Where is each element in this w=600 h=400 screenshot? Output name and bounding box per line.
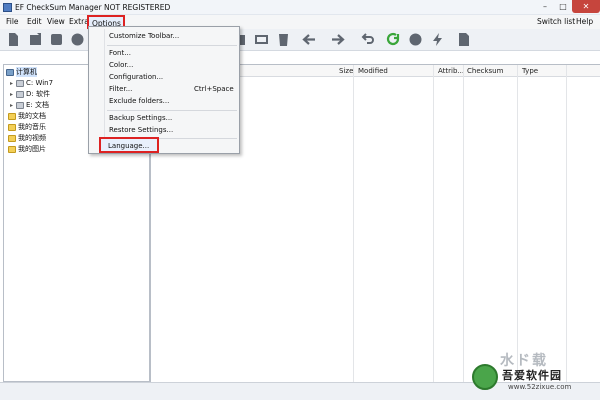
- menu-extra[interactable]: Extra: [69, 17, 89, 26]
- column-divider[interactable]: [566, 65, 567, 383]
- drive-icon: [16, 90, 24, 98]
- tree-item-drive-d[interactable]: ▸ D: 软件: [10, 89, 50, 99]
- tree-item-computer[interactable]: 计算机: [6, 67, 37, 77]
- app-icon: [3, 3, 12, 12]
- lightning-icon[interactable]: [430, 32, 445, 47]
- tree-item-label: E: 文档: [26, 101, 50, 109]
- column-divider[interactable]: [517, 65, 518, 383]
- tree-item-label: 我的文档: [18, 112, 46, 120]
- menu-item-backup-settings[interactable]: Backup Settings...: [109, 114, 172, 122]
- forward-arrow-icon[interactable]: [330, 32, 345, 47]
- menu-gutter: [104, 29, 105, 151]
- export-icon[interactable]: [254, 32, 269, 47]
- open-icon[interactable]: [28, 32, 43, 47]
- folder-icon: [8, 123, 16, 131]
- window-title: EF CheckSum Manager NOT REGISTERED: [15, 3, 171, 12]
- column-divider[interactable]: [433, 65, 434, 383]
- folder-icon: [8, 134, 16, 142]
- tree-item-pictures[interactable]: 我的图片: [8, 144, 46, 154]
- refresh-icon[interactable]: [386, 32, 401, 47]
- column-checksum[interactable]: Checksum: [467, 67, 503, 75]
- column-divider[interactable]: [353, 65, 354, 383]
- title-bar: EF CheckSum Manager NOT REGISTERED – □ ✕: [0, 0, 600, 15]
- menu-item-customize-toolbar[interactable]: Customize Toolbar...: [109, 32, 179, 40]
- menu-edit[interactable]: Edit: [27, 17, 42, 26]
- menu-help[interactable]: Help: [576, 17, 593, 26]
- drive-icon: [16, 101, 24, 109]
- delete-icon[interactable]: [276, 32, 291, 47]
- tree-item-drive-c[interactable]: ▸ C: Win7: [10, 78, 53, 88]
- menu-separator: [107, 110, 237, 111]
- filter-shortcut: Ctrl+Space: [194, 85, 234, 93]
- computer-icon: [6, 68, 14, 76]
- tree-item-label: 我的音乐: [18, 123, 46, 131]
- drive-icon: [16, 79, 24, 87]
- document-icon[interactable]: [456, 32, 471, 47]
- tree-item-label: 我的视频: [18, 134, 46, 142]
- column-divider[interactable]: [463, 65, 464, 383]
- tree-item-label: D: 软件: [26, 90, 50, 98]
- menu-item-exclude-folders[interactable]: Exclude folders...: [109, 97, 169, 105]
- column-attributes[interactable]: Attrib...: [438, 67, 464, 75]
- tree-item-music[interactable]: 我的音乐: [8, 122, 46, 132]
- close-button[interactable]: ✕: [572, 0, 600, 13]
- menu-separator: [107, 45, 237, 46]
- tree-item-label: 我的图片: [18, 145, 46, 153]
- record-icon[interactable]: [70, 32, 85, 47]
- watermark: 水ド载 吾爱软件园 www.52zixue.com: [470, 350, 598, 398]
- back-arrow-icon[interactable]: [302, 32, 317, 47]
- menu-view[interactable]: View: [47, 17, 65, 26]
- menu-item-filter[interactable]: Filter...: [109, 85, 132, 93]
- tree-item-videos[interactable]: 我的视频: [8, 133, 46, 143]
- column-type[interactable]: Type: [522, 67, 538, 75]
- menu-item-color[interactable]: Color...: [109, 61, 133, 69]
- options-menu: Customize Toolbar... Font... Color... Co…: [88, 26, 240, 154]
- new-icon[interactable]: [6, 32, 21, 47]
- column-size[interactable]: Size: [339, 67, 353, 75]
- save-icon[interactable]: [49, 32, 64, 47]
- maximize-button[interactable]: □: [554, 0, 572, 13]
- watermark-url: www.52zixue.com: [508, 383, 572, 391]
- minimize-button[interactable]: –: [536, 0, 554, 13]
- tree-item-drive-e[interactable]: ▸ E: 文档: [10, 100, 49, 110]
- stop-icon[interactable]: [408, 32, 423, 47]
- undo-icon[interactable]: [360, 32, 375, 47]
- site-logo-icon: [472, 364, 498, 390]
- menu-file[interactable]: File: [6, 17, 19, 26]
- menu-item-language[interactable]: Language...: [108, 142, 149, 150]
- tree-item-label: C: Win7: [26, 79, 54, 87]
- menu-item-restore-settings[interactable]: Restore Settings...: [109, 126, 173, 134]
- column-modified[interactable]: Modified: [358, 67, 388, 75]
- menu-item-font[interactable]: Font...: [109, 49, 131, 57]
- tree-item-documents[interactable]: 我的文档: [8, 111, 46, 121]
- menu-switch-list[interactable]: Switch list: [537, 17, 575, 26]
- menu-item-configuration[interactable]: Configuration...: [109, 73, 163, 81]
- tree-item-label: 计算机: [16, 67, 37, 77]
- folder-icon: [8, 145, 16, 153]
- folder-icon: [8, 112, 16, 120]
- watermark-site-name: 吾爱软件园: [502, 369, 562, 382]
